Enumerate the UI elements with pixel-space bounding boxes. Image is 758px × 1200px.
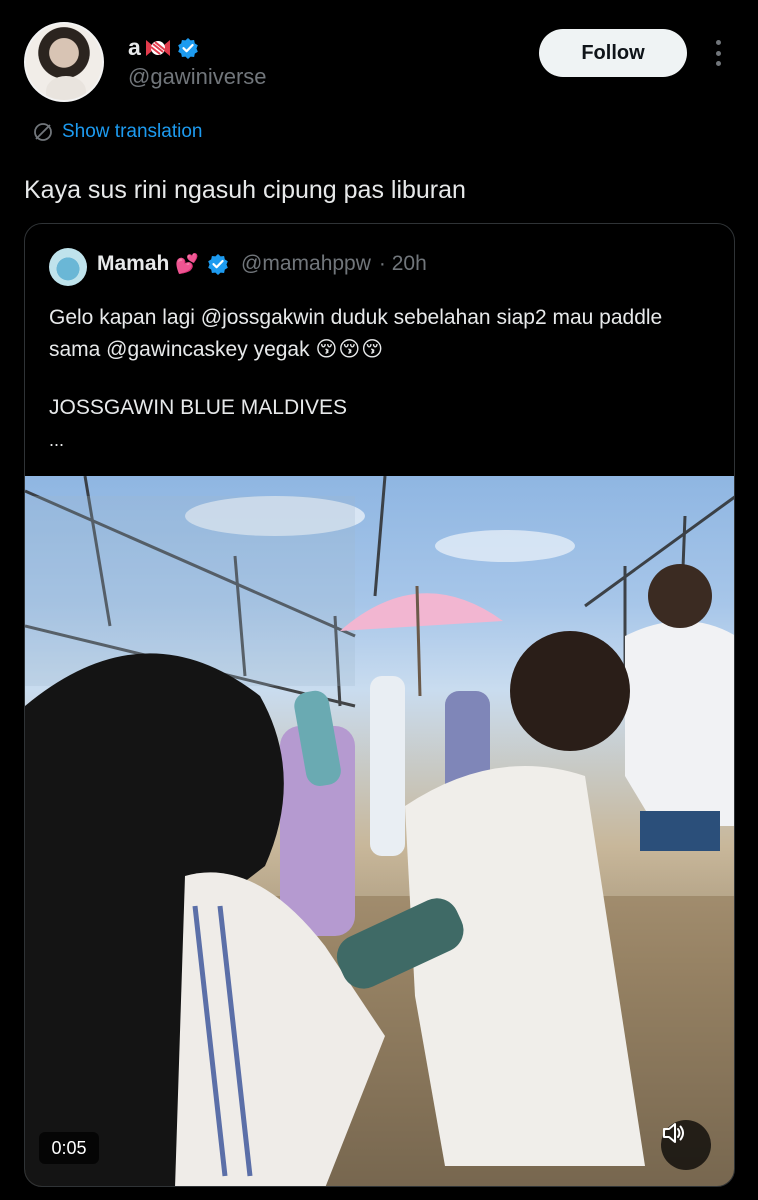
quoted-tweet-title: JOSSGAWIN BLUE MALDIVES [49, 396, 347, 419]
kissing-emojis: 😚😚😚 [315, 338, 385, 361]
author-display-name[interactable]: a [128, 34, 199, 61]
quoted-tweet-text: Gelo kapan lagi @jossgakwin duduk sebela… [49, 302, 709, 366]
show-translation-link[interactable]: Show translation [32, 121, 202, 143]
video-frame [25, 476, 734, 1186]
heart-emoji: 💕 [175, 254, 200, 275]
quoted-tweet-ellipsis: ... [49, 430, 65, 450]
quoted-author-name: Mamah [97, 252, 170, 275]
verified-icon [207, 253, 229, 275]
author-avatar[interactable] [24, 22, 104, 102]
follow-button[interactable]: Follow [539, 29, 687, 77]
display-name-text: a [128, 34, 141, 60]
volume-icon[interactable] [661, 1120, 711, 1170]
author-handle[interactable]: @gawiniverse [128, 64, 267, 90]
tweet-text: Kaya sus rini ngasuh cipung pas liburan [24, 176, 466, 204]
more-vertical-icon[interactable] [706, 38, 730, 68]
show-translation-label: Show translation [62, 121, 203, 142]
candy-icon [145, 37, 171, 59]
verified-icon [177, 37, 199, 59]
quoted-tweet[interactable]: Mamah 💕 @mamahppw · 20h Gelo kapan lagi … [24, 223, 735, 1187]
quoted-tweet-time: · 20h [378, 252, 427, 275]
translate-icon [34, 123, 52, 141]
video-player[interactable]: 0:05 [25, 476, 734, 1186]
quoted-tweet-header: Mamah 💕 @mamahppw · 20h [97, 252, 427, 276]
quoted-author-handle: @mamahppw [241, 252, 371, 275]
quoted-author-avatar [49, 248, 87, 286]
video-duration: 0:05 [39, 1132, 99, 1164]
